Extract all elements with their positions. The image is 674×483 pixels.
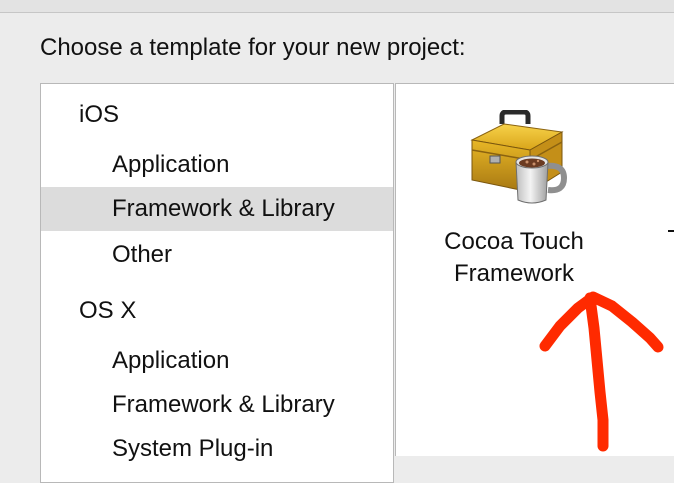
template-label-line1: Cocoa Touch [444, 228, 584, 255]
category-osx-application[interactable]: Application [41, 339, 393, 383]
category-osx-framework-library[interactable]: Framework & Library [41, 383, 393, 427]
category-ios-application[interactable]: Application [41, 143, 393, 187]
toolbox-with-coffee-cup-icon [470, 110, 568, 204]
template-label: Cocoa Touch Framework [414, 226, 614, 290]
dialog-prompt: Choose a template for your new project: [40, 34, 466, 61]
platform-header-ios: iOS [79, 101, 120, 128]
template-grid: Cocoa Touch Framework [395, 83, 674, 456]
next-template-peek-glyph [668, 230, 674, 240]
window-top-edge [0, 0, 674, 13]
template-category-list[interactable]: iOS Application Framework & Library Othe… [40, 83, 394, 483]
next-template-peek[interactable] [668, 222, 674, 282]
platform-header-osx: OS X [79, 297, 137, 324]
category-osx-system-plugin[interactable]: System Plug-in [41, 427, 393, 471]
category-ios-other[interactable]: Other [41, 233, 393, 277]
template-label-line2: Framework [453, 260, 574, 287]
template-cocoa-touch-framework[interactable]: Cocoa Touch Framework [414, 102, 614, 302]
category-ios-framework-library[interactable]: Framework & Library [41, 187, 393, 231]
